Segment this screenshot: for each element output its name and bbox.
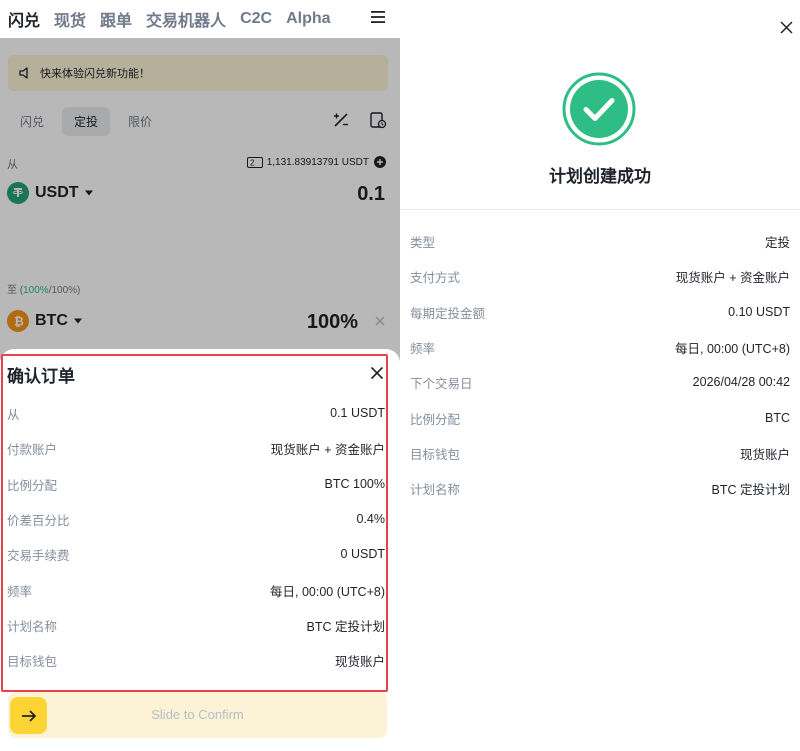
plan-row-value: 每日, 00:00 (UTC+8) <box>675 341 790 356</box>
confirm-row-label: 交易手续费 <box>7 548 70 563</box>
plan-row-payment-method: 支付方式 现货账户 + 资金账户 <box>410 266 790 286</box>
confirm-row-label: 付款账户 <box>7 442 58 457</box>
plan-row-label: 比例分配 <box>410 412 461 427</box>
confirm-row-from: 从 0.1 USDT <box>7 403 385 423</box>
divider <box>400 209 800 210</box>
plan-row-value: 现货账户 <box>739 447 790 462</box>
plan-row-value: BTC 定投计划 <box>711 482 790 497</box>
top-nav: 闪兑 现货 跟单 交易机器人 C2C Alpha <box>0 0 400 38</box>
confirm-row-label: 从 <box>7 407 20 422</box>
from-coin-symbol: USDT <box>35 184 79 201</box>
from-amount-input[interactable]: 0.1 <box>357 183 385 206</box>
nav-tab-c2c[interactable]: C2C <box>240 10 272 28</box>
plan-row-label: 每期定投金额 <box>410 306 486 321</box>
swap-mode-tabs: 闪兑 定投 限价 <box>8 106 170 136</box>
percent-toggle-icon[interactable] <box>332 111 350 129</box>
confirm-row-label: 频率 <box>7 584 33 599</box>
nav-tab-alpha[interactable]: Alpha <box>286 10 330 28</box>
confirm-row-target-wallet: 目标钱包 现货账户 <box>7 650 385 670</box>
confirm-row-payment-account: 付款账户 现货账户 + 资金账户 <box>7 438 385 458</box>
to-amount-input[interactable]: 100% <box>307 311 358 334</box>
confirm-row-value: 0.4% <box>356 512 386 526</box>
plan-row-plan-name: 计划名称 BTC 定投计划 <box>410 478 790 498</box>
plan-row-value: 定投 <box>764 235 790 250</box>
confirm-row-frequency: 频率 每日, 00:00 (UTC+8) <box>7 580 385 600</box>
plan-row-target-wallet: 目标钱包 现货账户 <box>410 443 790 463</box>
nav-tab-spot[interactable]: 现货 <box>54 7 86 31</box>
feature-notice-banner[interactable]: 快来体验闪兑新功能！ <box>8 55 388 91</box>
svg-text:₿: ₿ <box>14 315 24 329</box>
from-label: 从 <box>7 159 18 171</box>
confirm-row-allocation: 比例分配 BTC 100% <box>7 474 385 494</box>
confirm-row-spread: 价差百分比 0.4% <box>7 509 385 529</box>
plan-row-allocation: 比例分配 BTC <box>410 408 790 428</box>
success-check-icon <box>562 72 636 146</box>
confirm-row-value: 0.1 USDT <box>330 406 385 420</box>
confirm-row-plan-name: 计划名称 BTC 定投计划 <box>7 615 385 635</box>
notice-text: 快来体验闪兑新功能！ <box>40 68 150 80</box>
confirm-row-value: BTC 100% <box>324 477 385 491</box>
plan-row-type: 类型 定投 <box>410 231 790 251</box>
to-coin-symbol: BTC <box>35 312 68 329</box>
plan-row-label: 类型 <box>410 235 436 250</box>
balance-badge: 2 <box>250 158 255 167</box>
to-label-percent: 100% <box>23 285 49 296</box>
confirm-row-value: 每日, 00:00 (UTC+8) <box>270 584 385 599</box>
nav-tab-flash-swap[interactable]: 闪兑 <box>8 7 40 31</box>
order-history-icon[interactable] <box>369 111 387 129</box>
plan-row-value: 现货账户 + 资金账户 <box>675 270 790 285</box>
to-label-suffix: /100%) <box>48 285 81 296</box>
slider-handle[interactable] <box>10 697 47 734</box>
plan-row-label: 计划名称 <box>410 482 461 497</box>
plan-row-value: 2026/04/28 00:42 <box>692 375 790 389</box>
confirm-row-label: 计划名称 <box>7 619 58 634</box>
hamburger-menu-icon[interactable] <box>370 9 386 25</box>
subtab-flash-swap[interactable]: 闪兑 <box>8 107 56 136</box>
exchange-panel: 闪兑 现货 跟单 交易机器人 C2C Alpha 快来体验闪兑新功能！ 闪兑 定… <box>0 0 400 751</box>
plan-row-value: BTC <box>765 411 790 425</box>
chevron-down-icon <box>73 318 82 324</box>
success-title: 计划创建成功 <box>549 167 651 186</box>
plan-success-panel: 计划创建成功 类型 定投 支付方式 现货账户 + 资金账户 每期定投金额 0.1… <box>400 0 800 751</box>
plan-row-label: 支付方式 <box>410 270 461 285</box>
confirm-row-trading-fee: 交易手续费 0 USDT <box>7 544 385 564</box>
arrow-right-icon <box>21 709 36 722</box>
confirm-row-value: BTC 定投计划 <box>306 619 385 634</box>
to-allocation-label: 至 (100%/100%) <box>7 281 80 296</box>
remove-coin-icon[interactable] <box>374 315 386 327</box>
plan-row-frequency: 频率 每日, 00:00 (UTC+8) <box>410 337 790 357</box>
confirm-row-label: 价差百分比 <box>7 513 70 528</box>
plan-row-value: 0.10 USDT <box>728 305 790 319</box>
plan-row-label: 下个交易日 <box>410 376 473 391</box>
wallet-icon: 2 <box>246 156 263 168</box>
slide-to-confirm[interactable]: Slide to Confirm <box>8 692 387 738</box>
confirm-row-value: 0 USDT <box>340 547 385 561</box>
to-coin-selector[interactable]: ₿ BTC <box>7 310 83 332</box>
subtab-limit[interactable]: 限价 <box>116 107 164 136</box>
usdt-coin-icon <box>7 182 29 204</box>
confirm-row-label: 比例分配 <box>7 478 58 493</box>
available-balance: 2 1,131.83913791 USDT <box>246 156 386 168</box>
to-label-prefix: 至 ( <box>7 285 24 296</box>
close-icon[interactable] <box>780 21 793 34</box>
btc-coin-icon: ₿ <box>7 310 29 332</box>
confirm-row-value: 现货账户 + 资金账户 <box>270 442 385 457</box>
nav-tab-copy-trading[interactable]: 跟单 <box>100 7 132 31</box>
from-coin-selector[interactable]: USDT <box>7 182 94 204</box>
plan-row-label: 目标钱包 <box>410 447 461 462</box>
confirm-row-value: 现货账户 <box>334 654 385 669</box>
confirm-order-title: 确认订单 <box>7 367 75 386</box>
speaker-icon <box>19 67 28 79</box>
close-icon[interactable] <box>370 366 384 380</box>
balance-amount: 1,131.83913791 USDT <box>266 156 369 168</box>
plan-row-next-trade-date: 下个交易日 2026/04/28 00:42 <box>410 372 790 392</box>
plan-row-label: 频率 <box>410 341 436 356</box>
plan-row-amount-per-period: 每期定投金额 0.10 USDT <box>410 302 790 322</box>
confirm-row-label: 目标钱包 <box>7 654 58 669</box>
add-funds-icon[interactable] <box>374 156 386 168</box>
slide-to-confirm-label: Slide to Confirm <box>151 707 244 722</box>
chevron-down-icon <box>84 190 93 196</box>
nav-tab-trading-bots[interactable]: 交易机器人 <box>146 7 226 31</box>
subtab-recurring-buy[interactable]: 定投 <box>62 106 111 136</box>
